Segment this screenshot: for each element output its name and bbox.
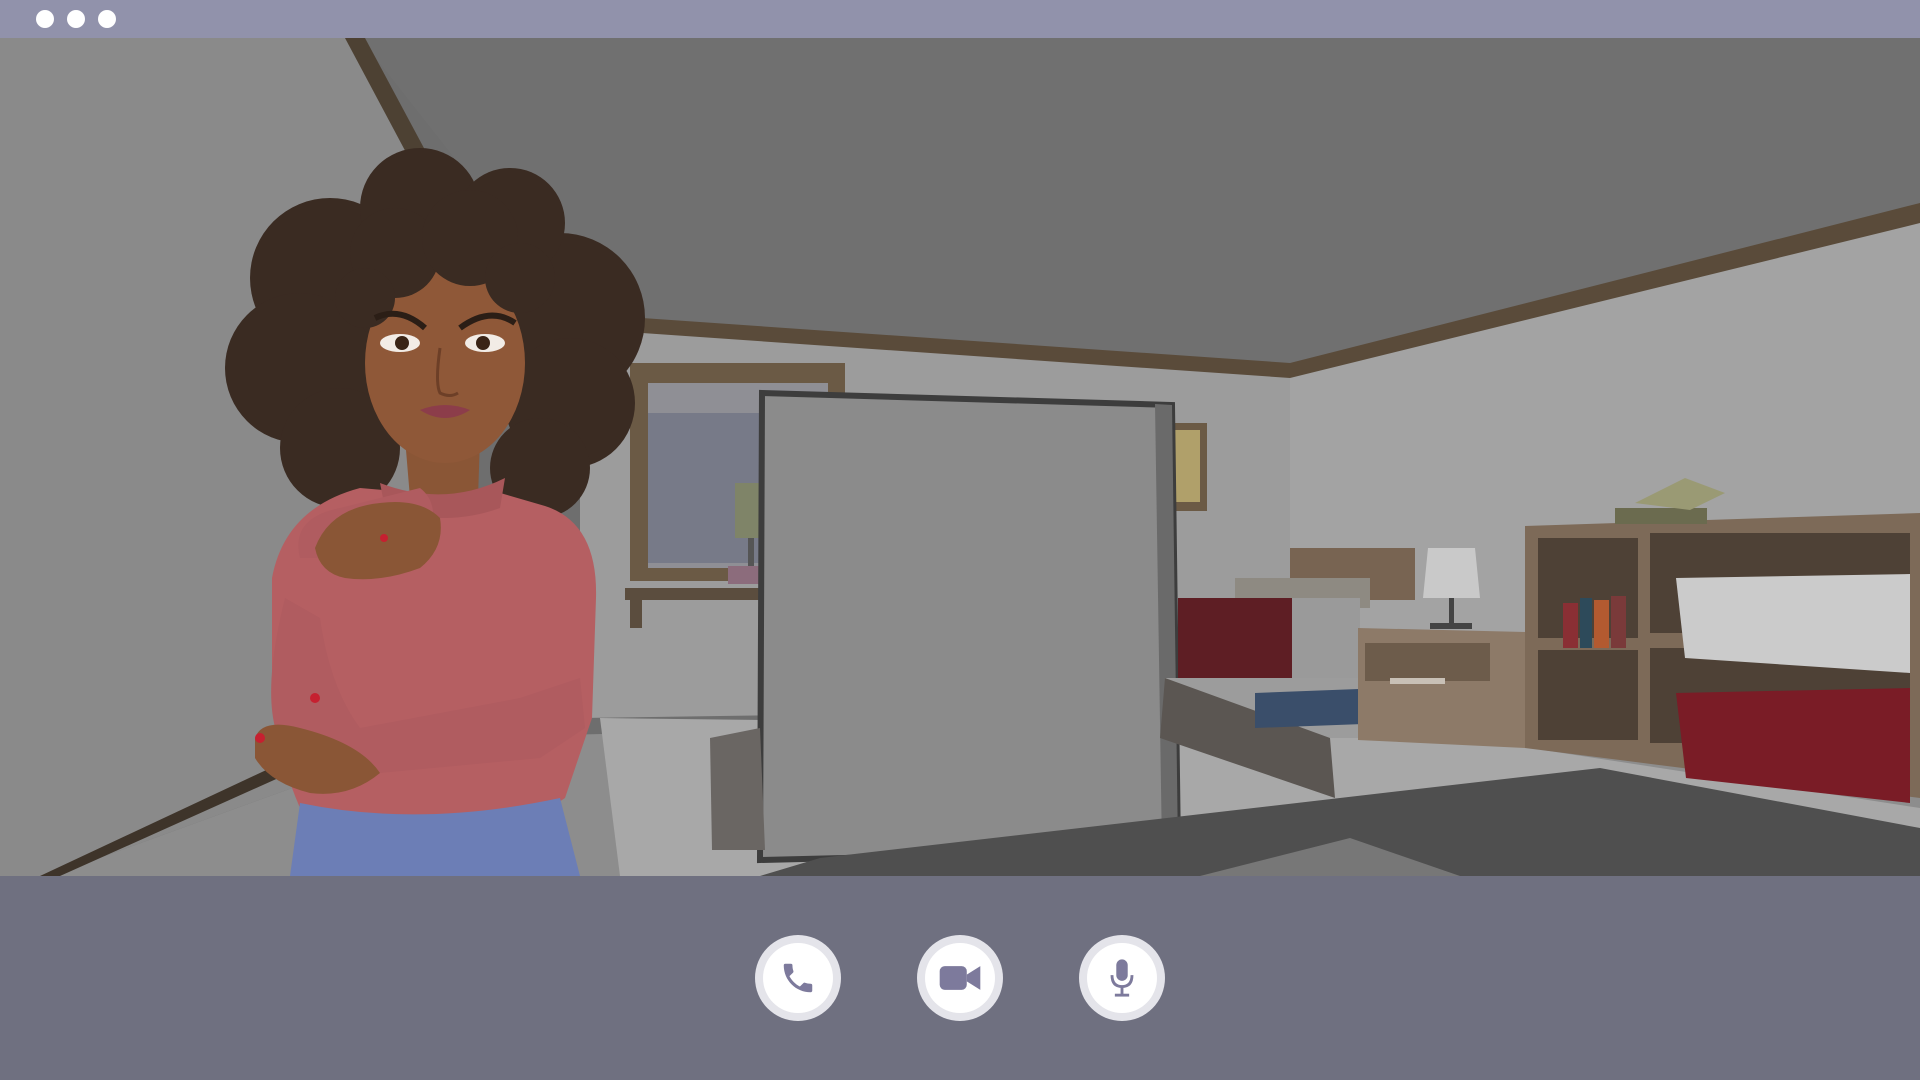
video-scene [0, 38, 1920, 876]
call-controls-bar [0, 876, 1920, 1080]
window-dot-icon[interactable] [98, 10, 116, 28]
call-button[interactable] [755, 935, 841, 1021]
call-button-inner [763, 943, 833, 1013]
microphone-icon [1110, 959, 1134, 997]
microphone-button-inner [1087, 943, 1157, 1013]
video-feed [0, 38, 1920, 876]
window-dot-icon[interactable] [36, 10, 54, 28]
window-dot-icon[interactable] [67, 10, 85, 28]
video-call-window [0, 0, 1920, 1080]
video-toggle-button[interactable] [917, 935, 1003, 1021]
video-camera-icon [939, 966, 981, 990]
title-bar [0, 0, 1920, 38]
microphone-button[interactable] [1079, 935, 1165, 1021]
phone-icon [783, 963, 813, 993]
video-toggle-button-inner [925, 943, 995, 1013]
